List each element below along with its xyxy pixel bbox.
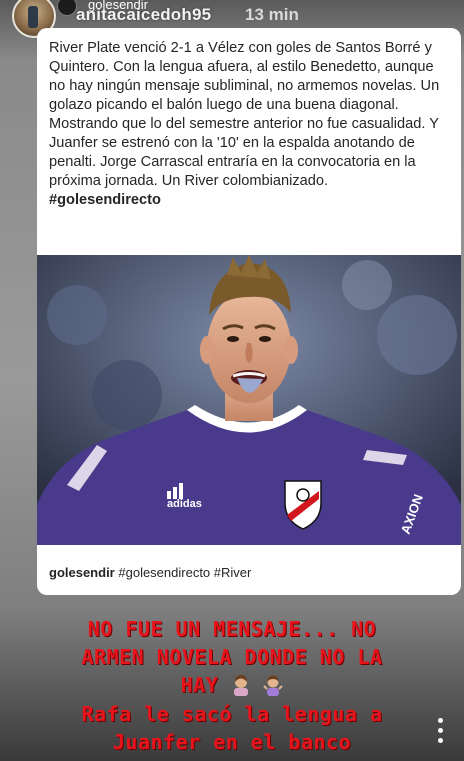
post-caption: River Plate venció 2-1 a Vélez con goles… (49, 39, 449, 210)
shared-post-card[interactable]: River Plate venció 2-1 a Vélez con goles… (37, 28, 461, 595)
jersey-brand-text: adidas (167, 498, 202, 510)
post-footer: golesendir #golesendirecto #River (49, 565, 251, 580)
story-username[interactable]: anitacaicedoh95 (76, 5, 211, 25)
overlay-line-1: NO FUE UN MENSAJE... NO (87, 617, 377, 641)
overlay-line-3: HAY (180, 673, 219, 697)
overlay-text-top: NO FUE UN MENSAJE... NO ARMEN NOVELA DON… (0, 615, 464, 699)
post-account-avatar (57, 0, 77, 16)
footer-hashtags[interactable]: #golesendirecto #River (118, 565, 251, 580)
post-photo: adidas AXION (37, 255, 461, 545)
story-timestamp: 13 min (245, 5, 299, 24)
overlay-line-2: ARMEN NOVELA DONDE NO LA (81, 645, 383, 669)
overlay-line-4: Rafa le sacó la lengua a (81, 702, 383, 726)
overlay-text-bottom: Rafa le sacó la lengua a Juanfer en el b… (0, 700, 464, 756)
caption-hashtag[interactable]: #golesendirecto (49, 192, 161, 208)
facepalm-woman-icon (233, 675, 248, 696)
more-options-icon[interactable] (438, 718, 444, 746)
caption-text: River Plate venció 2-1 a Vélez con goles… (49, 40, 440, 189)
overlay-line-5: Juanfer en el banco (112, 730, 352, 754)
overlay-line-3-wrap: HAY (0, 671, 464, 699)
shrug-woman-icon (263, 675, 284, 696)
player-photo-illustration: adidas AXION (37, 255, 461, 545)
footer-username[interactable]: golesendir (49, 565, 115, 580)
